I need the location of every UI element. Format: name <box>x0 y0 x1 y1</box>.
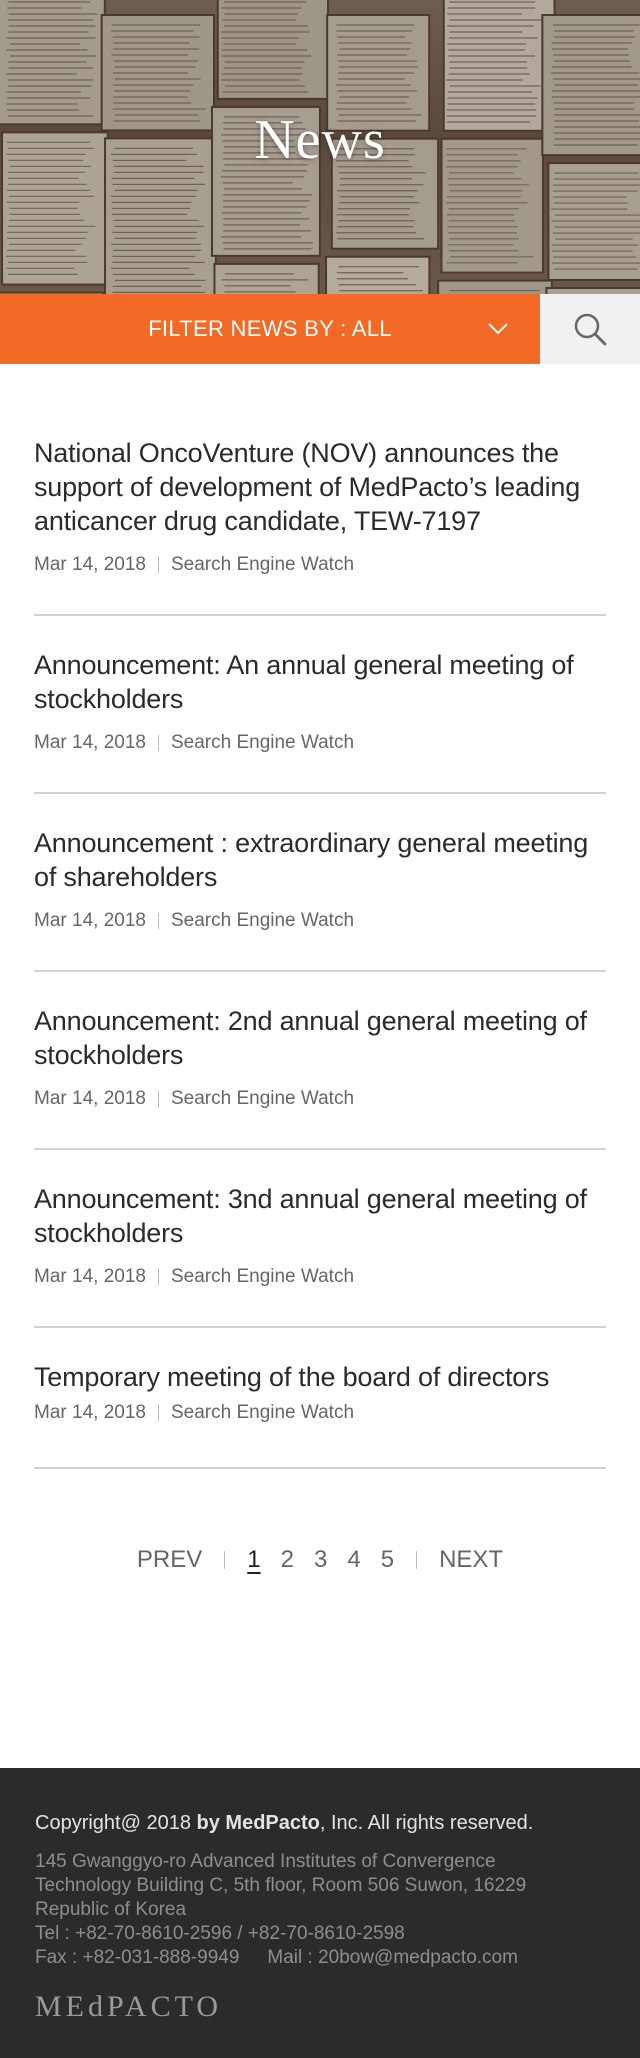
page-link-1[interactable]: 1 <box>247 1546 260 1574</box>
address-line: 145 Gwanggyo-ro Advanced Institutes of C… <box>35 1851 496 1872</box>
page-link-3[interactable]: 3 <box>314 1546 327 1574</box>
meta-separator <box>157 913 159 929</box>
news-title[interactable]: Announcement: 2nd annual general meeting… <box>34 1004 606 1072</box>
copyright-suffix: , Inc. All rights reserved. <box>319 1812 534 1834</box>
page-link-2[interactable]: 2 <box>281 1546 294 1574</box>
news-item[interactable]: Announcement: An annual general meeting … <box>34 648 606 754</box>
meta-separator <box>157 557 159 573</box>
news-item[interactable]: Announcement: 2nd annual general meeting… <box>34 1004 606 1110</box>
news-date: Mar 14, 2018 <box>34 1088 146 1109</box>
next-page-link[interactable]: NEXT <box>439 1546 503 1574</box>
news-title[interactable]: National OncoVenture (NOV) announces the… <box>34 436 606 538</box>
news-source: Search Engine Watch <box>170 1266 355 1287</box>
copyright-brand: by MedPacto <box>196 1812 320 1834</box>
divider <box>34 1148 606 1150</box>
page-link-4[interactable]: 4 <box>347 1546 360 1574</box>
news-source: Search Engine Watch <box>170 732 355 753</box>
news-source: Search Engine Watch <box>170 1088 355 1109</box>
pagination-separator <box>416 1551 418 1569</box>
address-line: Republic of Korea <box>35 1899 187 1920</box>
news-date: Mar 14, 2018 <box>34 554 146 575</box>
news-date: Mar 14, 2018 <box>34 910 146 931</box>
copyright-text: Copyright@ 2018 by MedPacto, Inc. All ri… <box>35 1812 533 1835</box>
news-title[interactable]: Announcement: An annual general meeting … <box>34 648 606 716</box>
fax-mail-line: Fax : +82-031-888-9949 Mail : 20bow@medpa… <box>35 1946 615 1970</box>
news-date: Mar 14, 2018 <box>34 1266 146 1287</box>
filter-label: FILTER NEWS BY : ALL <box>148 316 392 341</box>
news-source: Search Engine Watch <box>170 1402 355 1423</box>
filter-dropdown[interactable]: FILTER NEWS BY : ALL <box>0 294 540 364</box>
copyright-prefix: Copyright@ 2018 <box>35 1812 197 1834</box>
page-title: News <box>254 109 386 171</box>
news-meta: Mar 14, 2018 Search Engine Watch <box>34 1402 606 1424</box>
search-icon <box>574 313 607 346</box>
meta-separator <box>157 1269 159 1285</box>
news-title[interactable]: Announcement: 3nd annual general meeting… <box>34 1182 606 1250</box>
news-item[interactable]: Announcement: 3nd annual general meeting… <box>34 1182 606 1288</box>
prev-page-link[interactable]: PREV <box>137 1546 202 1574</box>
meta-separator <box>157 735 159 751</box>
footer: Copyright@ 2018 by MedPacto, Inc. All ri… <box>0 1768 640 2058</box>
fax-number: Fax : +82-031-888-9949 <box>35 1947 240 1968</box>
search-button[interactable] <box>540 294 640 364</box>
meta-separator <box>157 1405 159 1421</box>
news-date: Mar 14, 2018 <box>34 732 146 753</box>
news-item[interactable]: Announcement : extraordinary general mee… <box>34 826 606 932</box>
company-address: 145 Gwanggyo-ro Advanced Institutes of C… <box>35 1850 615 1970</box>
news-title[interactable]: Announcement : extraordinary general mee… <box>34 826 606 894</box>
medpacto-logo[interactable]: MEdPACTO <box>35 1990 222 2024</box>
news-source: Search Engine Watch <box>170 910 355 931</box>
news-source: Search Engine Watch <box>170 554 355 575</box>
pagination: PREV 1 2 3 4 5 NEXT <box>0 1540 640 1580</box>
meta-separator <box>157 1091 159 1107</box>
news-item[interactable]: Temporary meeting of the board of direct… <box>34 1360 606 1424</box>
divider <box>34 970 606 972</box>
address-line: Technology Building C, 5th floor, Room 5… <box>35 1875 527 1896</box>
news-date: Mar 14, 2018 <box>34 1402 146 1423</box>
news-title[interactable]: Temporary meeting of the board of direct… <box>34 1360 606 1394</box>
news-meta: Mar 14, 2018 Search Engine Watch <box>34 1088 606 1110</box>
news-item[interactable]: National OncoVenture (NOV) announces the… <box>34 436 606 576</box>
chevron-down-icon <box>488 323 508 335</box>
news-meta: Mar 14, 2018 Search Engine Watch <box>34 1266 606 1288</box>
news-meta: Mar 14, 2018 Search Engine Watch <box>34 554 606 576</box>
pagination-separator <box>224 1551 226 1569</box>
divider <box>34 1326 606 1328</box>
news-meta: Mar 14, 2018 Search Engine Watch <box>34 732 606 754</box>
divider <box>34 614 606 616</box>
page-link-5[interactable]: 5 <box>381 1546 394 1574</box>
divider <box>34 792 606 794</box>
phone-numbers: Tel : +82-70-8610-2596 / +82-70-8610-259… <box>35 1923 405 1944</box>
news-meta: Mar 14, 2018 Search Engine Watch <box>34 910 606 932</box>
divider <box>34 1467 606 1469</box>
hero-banner: News <box>0 0 640 294</box>
email-link[interactable]: Mail : 20bow@medpacto.com <box>267 1947 518 1968</box>
